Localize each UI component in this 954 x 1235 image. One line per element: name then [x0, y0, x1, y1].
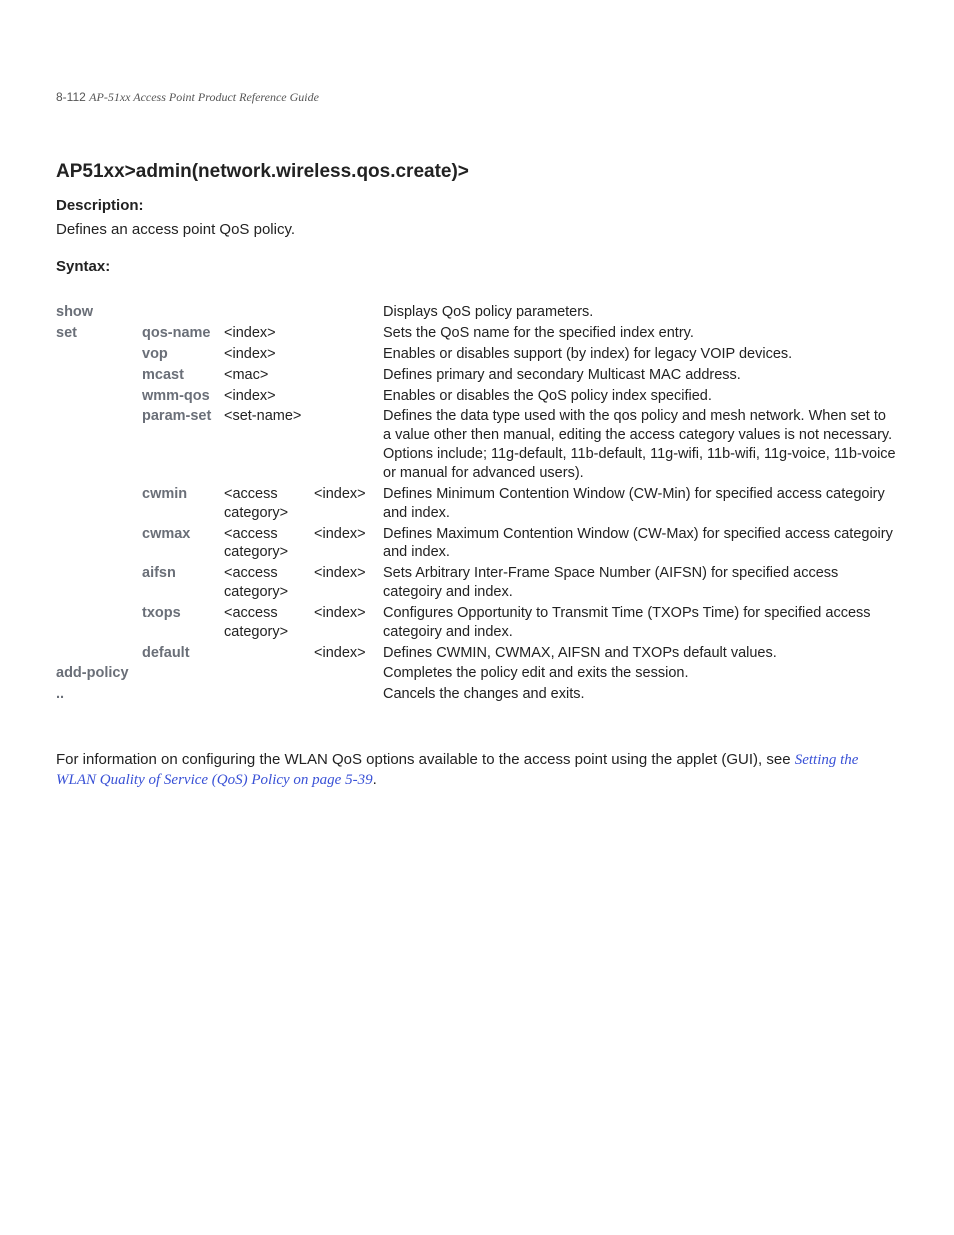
syntax-cell-c2: default — [142, 644, 224, 663]
footnote: For information on configuring the WLAN … — [56, 750, 898, 791]
syntax-cell-c5: Completes the policy edit and exits the … — [383, 664, 898, 683]
description-heading: Description: — [56, 197, 898, 214]
footnote-prefix: For information on configuring the WLAN … — [56, 751, 795, 768]
syntax-cell-c3: <index> — [224, 324, 314, 343]
syntax-cell-c2: qos-name — [142, 324, 224, 343]
syntax-row: .. Cancels the changes and exits. — [56, 685, 898, 704]
syntax-heading: Syntax: — [56, 258, 898, 275]
syntax-row: txops<access category><index>Configures … — [56, 604, 898, 642]
command-title: AP51xx>admin(network.wireless.qos.create… — [56, 161, 898, 183]
syntax-row: wmm-qos<index> Enables or disables the Qo… — [56, 387, 898, 406]
syntax-cell-c2: wmm-qos — [142, 387, 224, 406]
syntax-cell-c5: Defines primary and secondary Multicast … — [383, 366, 898, 385]
syntax-cell-c4: <index> — [314, 564, 383, 583]
syntax-cell-c5: Defines Maximum Contention Window (CW-Ma… — [383, 525, 898, 563]
syntax-cell-c5: Displays QoS policy parameters. — [383, 303, 898, 322]
syntax-cell-c2: txops — [142, 604, 224, 623]
syntax-row: add-policy Completes the policy edit and … — [56, 664, 898, 683]
syntax-cell-c3: <access category> — [224, 564, 314, 602]
syntax-cell-c4: <index> — [314, 525, 383, 544]
syntax-cell-c2: mcast — [142, 366, 224, 385]
syntax-cell-c1: show — [56, 303, 142, 322]
syntax-cell-c2: cwmax — [142, 525, 224, 544]
syntax-cell-c2: vop — [142, 345, 224, 364]
syntax-cell-c3: <access category> — [224, 604, 314, 642]
syntax-cell-c1: set — [56, 324, 142, 343]
syntax-cell-c5: Sets the QoS name for the specified inde… — [383, 324, 898, 343]
syntax-row: cwmax<access category><index>Defines Max… — [56, 525, 898, 563]
syntax-cell-c3: <index> — [224, 345, 314, 364]
page-number: 8-112 — [56, 90, 86, 104]
syntax-cell-c3: <access category> — [224, 525, 314, 563]
syntax-row: default <index>Defines CWMIN, CWMAX, AIFS… — [56, 644, 898, 663]
syntax-cell-c3: <set-name> — [224, 407, 314, 426]
syntax-cell-c5: Cancels the changes and exits. — [383, 685, 898, 704]
syntax-cell-c5: Enables or disables support (by index) f… — [383, 345, 898, 364]
footnote-suffix: . — [373, 771, 377, 788]
syntax-cell-c3: <access category> — [224, 485, 314, 523]
syntax-row: setqos-name<index> Sets the QoS name for … — [56, 324, 898, 343]
syntax-cell-c1: add-policy — [56, 664, 142, 683]
syntax-cell-c2: param-set — [142, 407, 224, 426]
syntax-cell-c4: <index> — [314, 644, 383, 663]
syntax-cell-c5: Enables or disables the QoS policy index… — [383, 387, 898, 406]
syntax-cell-c2: aifsn — [142, 564, 224, 583]
syntax-row: mcast<mac> Defines primary and secondary … — [56, 366, 898, 385]
syntax-cell-c4: <index> — [314, 604, 383, 623]
syntax-cell-c5: Sets Arbitrary Inter-Frame Space Number … — [383, 564, 898, 602]
running-head: 8-112 AP-51xx Access Point Product Refer… — [56, 90, 898, 105]
doc-title: AP-51xx Access Point Product Reference G… — [89, 90, 319, 104]
syntax-row: param-set<set-name> Defines the data type… — [56, 407, 898, 482]
syntax-cell-c4: <index> — [314, 485, 383, 504]
syntax-row: show Displays QoS policy parameters. — [56, 303, 898, 322]
syntax-cell-c3: <index> — [224, 387, 314, 406]
syntax-cell-c5: Defines Minimum Contention Window (CW-Mi… — [383, 485, 898, 523]
description-body: Defines an access point QoS policy. — [56, 220, 898, 240]
syntax-cell-c5: Defines the data type used with the qos … — [383, 407, 898, 482]
syntax-cell-c3: <mac> — [224, 366, 314, 385]
syntax-cell-c1: .. — [56, 685, 142, 704]
syntax-cell-c2: cwmin — [142, 485, 224, 504]
syntax-cell-c5: Defines CWMIN, CWMAX, AIFSN and TXOPs de… — [383, 644, 898, 663]
syntax-row: cwmin<access category><index>Defines Min… — [56, 485, 898, 523]
syntax-row: aifsn<access category><index>Sets Arbitr… — [56, 564, 898, 602]
syntax-cell-c5: Configures Opportunity to Transmit Time … — [383, 604, 898, 642]
syntax-row: vop<index> Enables or disables support (b… — [56, 345, 898, 364]
syntax-table: show Displays QoS policy parameters. setqo… — [56, 303, 898, 704]
